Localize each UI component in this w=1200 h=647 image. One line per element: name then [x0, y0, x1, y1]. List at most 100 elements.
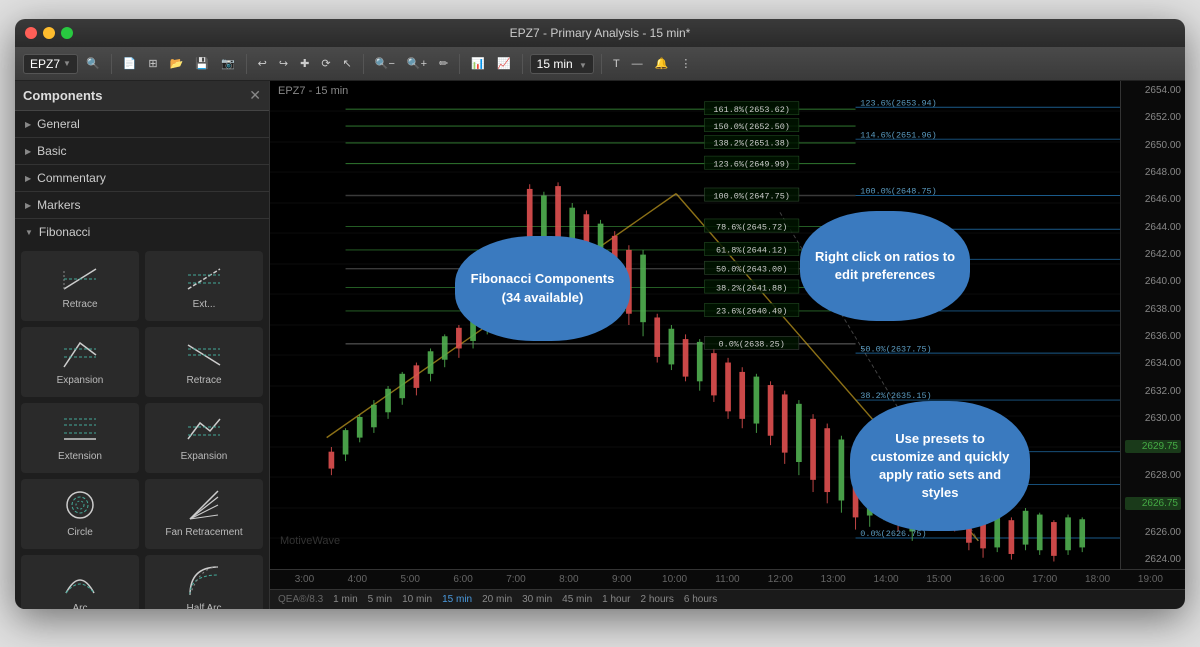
tf-20min[interactable]: 20 min [482, 594, 512, 605]
section-general-label: General [37, 117, 80, 131]
chevron-down-icon-fibonacci: ▼ [25, 228, 33, 237]
sidebar-scroll[interactable]: ▶ General ▶ Basic ▶ Commentary [15, 111, 269, 609]
price-axis: 2654.00 2652.00 2650.00 2648.00 2646.00 … [1120, 81, 1185, 569]
chart-area[interactable]: EPZ7 - 15 min [270, 81, 1120, 569]
tf-1hour[interactable]: 1 hour [602, 594, 630, 605]
open-button[interactable]: 📂 [166, 55, 188, 72]
section-basic: ▶ Basic [15, 138, 269, 165]
more-button[interactable]: ⋮ [676, 55, 695, 72]
section-general-header[interactable]: ▶ General [15, 111, 269, 137]
tf-45min[interactable]: 45 min [562, 594, 592, 605]
price-line-button[interactable]: — [628, 56, 647, 72]
section-commentary-label: Commentary [37, 171, 106, 185]
timeframe-selector[interactable]: 15 min ▼ [530, 54, 594, 74]
chart-and-axis: EPZ7 - 15 min [270, 81, 1185, 569]
price-2626: 2626.00 [1125, 527, 1181, 538]
undo-button[interactable]: ↩ [254, 55, 271, 72]
half-arc-label: Half Arc [186, 603, 221, 609]
price-2652: 2652.00 [1125, 112, 1181, 123]
separator-4 [459, 54, 460, 74]
svg-text:161.8%(2653.62): 161.8%(2653.62) [713, 105, 789, 115]
expansion-2-label: Expansion [181, 451, 228, 463]
tf-15min[interactable]: 15 min [442, 594, 472, 605]
time-19: 19:00 [1124, 574, 1177, 585]
time-16: 16:00 [965, 574, 1018, 585]
window-title: EPZ7 - Primary Analysis - 15 min* [510, 26, 691, 40]
section-basic-label: Basic [37, 144, 66, 158]
svg-text:100.0%(2648.75): 100.0%(2648.75) [860, 187, 936, 197]
price-2632: 2632.00 [1125, 386, 1181, 397]
sync-button[interactable]: ⟳ [317, 55, 334, 72]
text-button[interactable]: T [609, 56, 624, 72]
ext-1-label: Ext... [193, 299, 216, 311]
right-click-callout-text: Right click on ratios to edit preference… [810, 248, 960, 284]
retrace-1-label: Retrace [62, 299, 97, 311]
component-retrace-1[interactable]: Retrace [21, 251, 139, 321]
sidebar-close-button[interactable]: ✕ [249, 87, 261, 104]
section-fibonacci-header[interactable]: ▼ Fibonacci [15, 219, 269, 245]
minimize-button[interactable] [43, 27, 55, 39]
price-2654: 2654.00 [1125, 85, 1181, 96]
symbol-selector[interactable]: EPZ7 ▼ [23, 54, 78, 74]
presets-callout-text: Use presets to customize and quickly app… [864, 430, 1016, 503]
title-bar: EPZ7 - Primary Analysis - 15 min* [15, 19, 1185, 47]
svg-text:123.6%(2649.99): 123.6%(2649.99) [713, 159, 789, 169]
ext-1-icon [186, 259, 222, 295]
main-window: EPZ7 - Primary Analysis - 15 min* EPZ7 ▼… [15, 19, 1185, 609]
zoom-in-button[interactable]: 🔍+ [403, 55, 431, 72]
tf-1min[interactable]: 1 min [333, 594, 357, 605]
time-7: 7:00 [490, 574, 543, 585]
chevron-down-icon: ▼ [63, 59, 71, 68]
section-markers-header[interactable]: ▶ Markers [15, 192, 269, 218]
chart-grid-button[interactable]: ⊞ [144, 55, 161, 72]
component-half-arc[interactable]: Half Arc [145, 555, 263, 609]
tf-10min[interactable]: 10 min [402, 594, 432, 605]
retrace-1-icon [62, 259, 98, 295]
separator-2 [246, 54, 247, 74]
search-button[interactable]: 🔍 [82, 55, 104, 72]
tf-6hours[interactable]: 6 hours [684, 594, 717, 605]
retrace-2-icon [186, 335, 222, 371]
section-fibonacci-label: Fibonacci [39, 225, 90, 239]
extension-1-icon [62, 411, 98, 447]
component-circle[interactable]: Circle [21, 479, 139, 549]
cursor-button[interactable]: ↖ [339, 55, 356, 72]
component-fan-retracement[interactable]: Fan Retracement [145, 479, 263, 549]
tf-30min[interactable]: 30 min [522, 594, 552, 605]
chevron-right-icon-commentary: ▶ [25, 174, 31, 183]
bar-type-button[interactable]: 📊 [467, 55, 489, 72]
chevron-right-icon-markers: ▶ [25, 201, 31, 210]
component-expansion-1[interactable]: Expansion [21, 327, 139, 397]
close-button[interactable] [25, 27, 37, 39]
save-button[interactable]: 💾 [191, 55, 213, 72]
draw-button[interactable]: ✏ [435, 55, 452, 72]
section-basic-header[interactable]: ▶ Basic [15, 138, 269, 164]
expansion-1-label: Expansion [57, 375, 104, 387]
svg-text:38.2%(2635.15): 38.2%(2635.15) [860, 391, 931, 401]
tf-5min[interactable]: 5 min [368, 594, 392, 605]
arc-label: Arc [73, 603, 88, 609]
component-extension-1[interactable]: Extension [21, 403, 139, 473]
alert-button[interactable]: 🔔 [651, 55, 673, 72]
redo-button[interactable]: ↪ [275, 55, 292, 72]
zoom-out-button[interactable]: 🔍− [371, 55, 399, 72]
timeframe-text: 15 min [537, 57, 573, 71]
maximize-button[interactable] [61, 27, 73, 39]
crosshair-button[interactable]: ✚ [296, 55, 313, 72]
component-ext-1[interactable]: Ext... [145, 251, 263, 321]
circle-icon [62, 487, 98, 523]
section-general: ▶ General [15, 111, 269, 138]
component-arc[interactable]: Arc [21, 555, 139, 609]
camera-button[interactable]: 📷 [217, 55, 239, 72]
indicator-button[interactable]: 📈 [493, 55, 515, 72]
time-15: 15:00 [913, 574, 966, 585]
watermark: MotiveWave [280, 535, 340, 547]
new-chart-button[interactable]: 📄 [119, 55, 141, 72]
section-commentary-header[interactable]: ▶ Commentary [15, 165, 269, 191]
component-expansion-2[interactable]: Expansion [145, 403, 263, 473]
price-2648: 2648.00 [1125, 167, 1181, 178]
time-4: 4:00 [331, 574, 384, 585]
tf-2hours[interactable]: 2 hours [641, 594, 674, 605]
half-arc-icon [186, 563, 222, 599]
component-retrace-2[interactable]: Retrace [145, 327, 263, 397]
